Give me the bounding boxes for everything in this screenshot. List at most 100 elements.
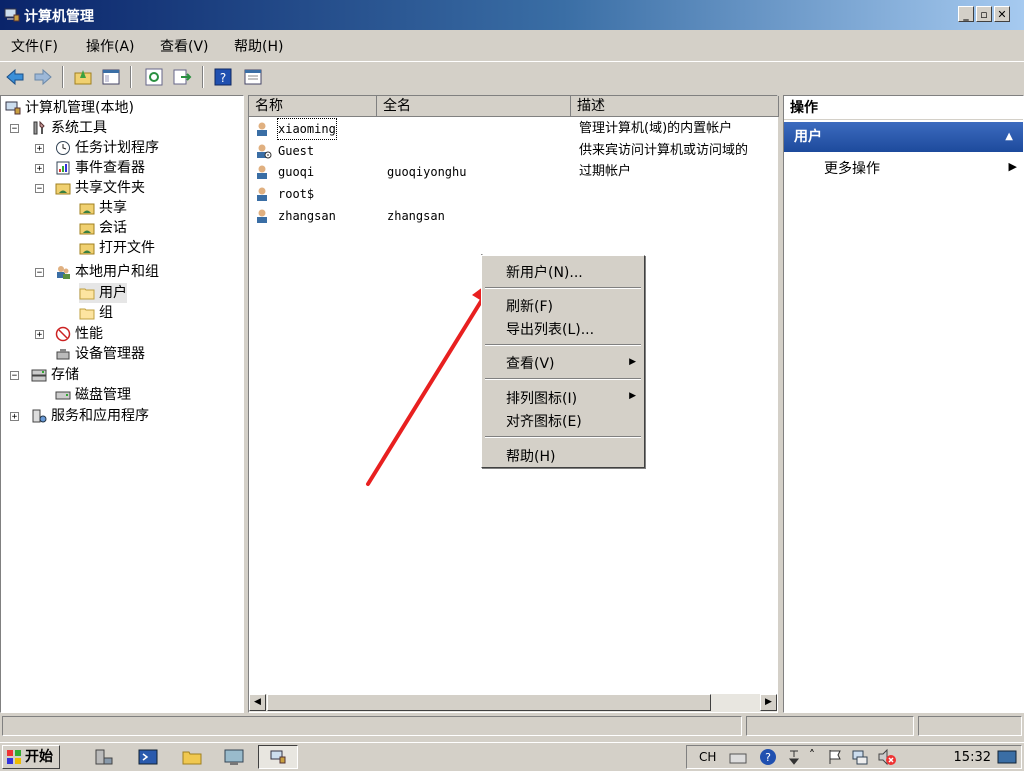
computer-management-icon xyxy=(5,101,21,115)
minimize-button[interactable]: _ xyxy=(958,6,974,22)
tools-icon xyxy=(33,120,45,135)
window-title: 计算机管理 xyxy=(24,9,94,25)
close-button[interactable]: ✕ xyxy=(994,6,1010,22)
tree-task-scheduler[interactable]: 任务计划程序 xyxy=(55,138,159,158)
forward-icon[interactable] xyxy=(32,66,54,88)
tree-device-manager[interactable]: 设备管理器 xyxy=(55,344,145,364)
scroll-right-button[interactable]: ▶ xyxy=(760,694,777,711)
performance-icon xyxy=(55,326,71,342)
menu-item-help[interactable]: 帮助(H) xyxy=(506,446,555,466)
expand-toggle[interactable]: + xyxy=(35,164,44,174)
toolbar-separator xyxy=(202,66,204,88)
tree-local-users-groups[interactable]: 本地用户和组 xyxy=(55,262,159,282)
user-icon xyxy=(257,187,267,201)
show-hidden-icons-icon[interactable]: ˄ xyxy=(809,748,815,762)
submenu-arrow-icon: ▶ xyxy=(629,357,636,367)
show-desktop-icon[interactable] xyxy=(997,749,1017,765)
actions-section-users[interactable]: 用户 ▲ xyxy=(784,122,1023,152)
column-header-name[interactable]: 名称 xyxy=(249,96,377,117)
powershell-icon[interactable] xyxy=(136,746,160,768)
submenu-arrow-icon: ▶ xyxy=(629,391,636,401)
maximize-button[interactable]: ▫ xyxy=(976,6,992,22)
shared-folder-icon xyxy=(55,183,71,195)
status-cell xyxy=(2,716,742,736)
remote-desktop-icon[interactable] xyxy=(222,746,246,768)
folder-icon xyxy=(79,288,95,300)
services-icon xyxy=(32,409,47,423)
clock[interactable]: 15:32 xyxy=(954,750,991,765)
collapse-toggle[interactable]: − xyxy=(35,268,44,278)
collapse-toggle[interactable]: − xyxy=(10,371,19,381)
menu-separator xyxy=(485,378,641,380)
tree-root[interactable]: 计算机管理(本地) xyxy=(5,98,134,118)
storage-icon xyxy=(31,369,47,382)
tree-shared-folders[interactable]: 共享文件夹 xyxy=(55,178,145,198)
menu-item-export-list[interactable]: 导出列表(L)... xyxy=(506,319,594,339)
tree-disk-management[interactable]: 磁盘管理 xyxy=(55,385,131,405)
taskbar: 开始 CH ? ˄ 15:32 xyxy=(0,742,1024,771)
collapse-toggle[interactable]: − xyxy=(10,124,19,134)
menu-help[interactable]: 帮助(H) xyxy=(234,36,283,56)
tree-sessions[interactable]: 会话 xyxy=(79,218,127,238)
menu-item-arrange-icons[interactable]: 排列图标(I) xyxy=(506,388,577,408)
actions-pane: 操作 用户 ▲ 更多操作 ▶ xyxy=(783,95,1024,713)
tree-shares[interactable]: 共享 xyxy=(79,198,127,218)
show-hide-tree-icon[interactable] xyxy=(100,66,122,88)
help-icon[interactable]: ? xyxy=(212,66,234,88)
tree-storage[interactable]: 存储 xyxy=(31,365,79,385)
menu-file[interactable]: 文件(F) xyxy=(11,36,58,56)
tree-users[interactable]: 用户 xyxy=(79,283,127,303)
column-header-description[interactable]: 描述 xyxy=(571,96,779,117)
start-button[interactable]: 开始 xyxy=(2,745,60,769)
title-bar: 计算机管理 _ ▫ ✕ xyxy=(0,0,1024,30)
menu-item-view[interactable]: 查看(V) xyxy=(506,353,555,373)
explorer-folder-icon[interactable] xyxy=(180,746,204,768)
tree-performance[interactable]: 性能 xyxy=(55,324,103,344)
export-list-icon[interactable] xyxy=(171,66,193,88)
menu-action[interactable]: 操作(A) xyxy=(86,36,135,56)
column-header-fullname[interactable]: 全名 xyxy=(377,96,571,117)
tree-pane[interactable]: 计算机管理(本地) − 系统工具 + 任务计划程序 + 事件查看器 − 共享文件… xyxy=(0,95,244,713)
language-indicator[interactable]: CH xyxy=(699,750,716,764)
network-icon[interactable] xyxy=(851,749,869,765)
tree-services-apps[interactable]: 服务和应用程序 xyxy=(31,406,149,426)
up-folder-icon[interactable] xyxy=(72,66,94,88)
tree-groups[interactable]: 组 xyxy=(79,303,113,323)
taskbar-app-computer-management[interactable] xyxy=(258,745,298,769)
menu-item-align-icons[interactable]: 对齐图标(E) xyxy=(506,411,582,431)
cell-fullname: guoqiyonghu xyxy=(387,165,467,179)
tree-label: 会话 xyxy=(99,220,127,236)
collapse-toggle[interactable]: − xyxy=(35,184,44,194)
scroll-thumb[interactable] xyxy=(267,694,711,711)
back-icon[interactable] xyxy=(4,66,26,88)
collapse-up-icon[interactable]: ▲ xyxy=(1005,122,1013,152)
tree-label: 系统工具 xyxy=(51,120,107,136)
refresh-icon[interactable] xyxy=(143,66,165,88)
tree-event-viewer[interactable]: 事件查看器 xyxy=(55,158,145,178)
menu-view[interactable]: 查看(V) xyxy=(160,36,209,56)
menu-item-refresh[interactable]: 刷新(F) xyxy=(506,296,553,316)
menu-item-new-user[interactable]: 新用户(N)... xyxy=(506,262,583,282)
tree-label: 共享文件夹 xyxy=(75,180,145,196)
tree-system-tools[interactable]: 系统工具 xyxy=(31,118,107,138)
expand-toggle[interactable]: + xyxy=(35,144,44,154)
server-manager-icon[interactable] xyxy=(92,746,116,768)
user-icon xyxy=(257,165,267,179)
help-circle-icon[interactable]: ? xyxy=(759,748,777,766)
actions-header: 操作 xyxy=(784,96,1023,120)
volume-muted-icon[interactable] xyxy=(877,748,897,766)
expand-toggle[interactable]: + xyxy=(10,412,19,422)
svg-text:?: ? xyxy=(765,751,771,764)
properties-icon[interactable] xyxy=(242,66,264,88)
ime-options-icon[interactable] xyxy=(787,749,801,765)
action-center-flag-icon[interactable] xyxy=(827,749,843,765)
more-actions-item[interactable]: 更多操作 xyxy=(824,158,880,178)
keyboard-icon[interactable] xyxy=(729,749,747,765)
expand-toggle[interactable]: + xyxy=(35,330,44,340)
scroll-left-button[interactable]: ◀ xyxy=(249,694,266,711)
status-cell xyxy=(746,716,914,736)
horizontal-scrollbar[interactable]: ◀ ▶ xyxy=(249,694,777,712)
computer-management-icon xyxy=(270,750,286,764)
shared-folder-icon xyxy=(79,243,95,255)
tree-open-files[interactable]: 打开文件 xyxy=(79,238,155,258)
